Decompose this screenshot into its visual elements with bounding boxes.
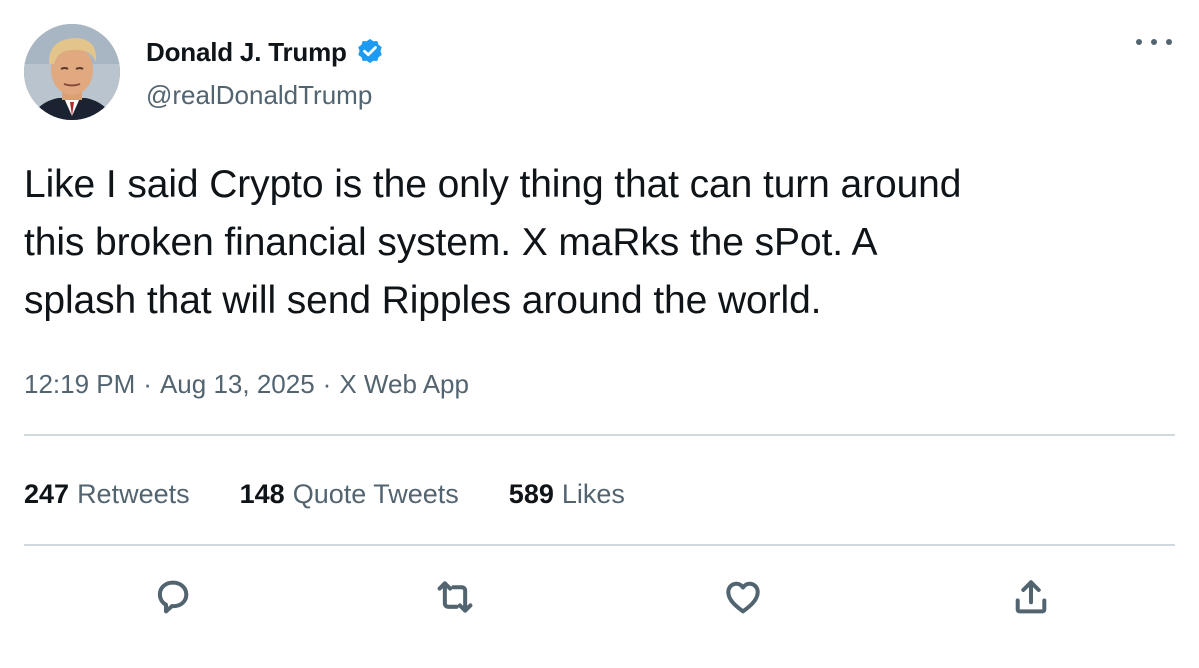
stat-quote-tweets[interactable]: 148 Quote Tweets — [240, 479, 459, 510]
tweet-source[interactable]: X Web App — [339, 369, 469, 400]
author-name-row: Donald J. Trump — [146, 32, 385, 72]
divider — [24, 544, 1175, 546]
more-dot — [1166, 39, 1172, 45]
profile-photo-icon — [24, 24, 120, 120]
avatar[interactable] — [24, 24, 120, 120]
like-icon — [726, 581, 760, 614]
stat-label: Likes — [561, 478, 625, 509]
share-button[interactable] — [1006, 572, 1056, 622]
reply-button[interactable] — [148, 572, 198, 622]
retweet-icon — [437, 581, 473, 613]
stat-count: 589 — [508, 478, 554, 509]
tweet-text-line: Like I said Crypto is the only thing tha… — [24, 163, 962, 206]
stat-retweets[interactable]: 247 Retweets — [24, 479, 190, 510]
like-button[interactable] — [718, 572, 768, 622]
retweet-button[interactable] — [430, 572, 480, 622]
tweet-text: Like I said Crypto is the only thing tha… — [24, 156, 1164, 330]
stat-count: 148 — [239, 478, 285, 509]
stat-label: Quote Tweets — [292, 478, 459, 509]
reply-icon — [157, 580, 189, 614]
display-name[interactable]: Donald J. Trump — [146, 37, 347, 68]
tweet-text-line: this broken financial system. X maRks th… — [24, 221, 878, 264]
more-dot — [1151, 39, 1157, 45]
stat-likes[interactable]: 589 Likes — [509, 479, 625, 510]
stat-count: 247 — [24, 478, 70, 509]
tweet-meta: 12:19 PM · Aug 13, 2025 · X Web App — [24, 364, 469, 404]
share-icon — [1015, 580, 1047, 614]
verified-badge-icon — [357, 38, 382, 64]
tweet-actions — [0, 572, 1199, 622]
tweet-time[interactable]: 12:19 PM — [24, 369, 135, 400]
meta-separator: · — [143, 368, 152, 399]
divider — [24, 434, 1175, 436]
meta-separator: · — [322, 368, 332, 399]
tweet-date[interactable]: Aug 13, 2025 — [160, 369, 315, 400]
more-dot — [1136, 39, 1142, 45]
more-options-icon[interactable] — [1136, 32, 1172, 52]
tweet-text-line: splash that will send Ripples around the… — [24, 279, 822, 322]
stat-label: Retweets — [77, 478, 190, 509]
tweet-stats: 247 Retweets 148 Quote Tweets 589 Likes — [24, 472, 675, 516]
author-handle[interactable]: @realDonaldTrump — [146, 80, 372, 111]
tweet-card: Donald J. Trump @realDonaldTrump Like I … — [0, 0, 1199, 668]
